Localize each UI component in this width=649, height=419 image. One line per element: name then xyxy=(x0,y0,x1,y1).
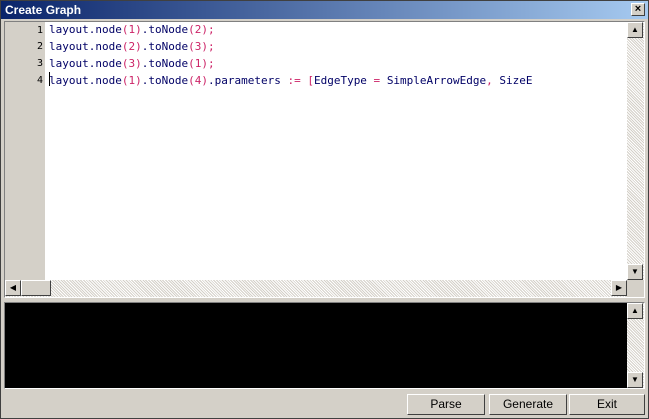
exit-button[interactable]: Exit xyxy=(569,394,645,415)
scroll-down-arrow-icon[interactable]: ▼ xyxy=(627,264,643,280)
code-token: (4) xyxy=(188,74,208,87)
line-number: 1 xyxy=(36,25,43,36)
scroll-left-arrow-icon[interactable]: ◀ xyxy=(5,280,21,296)
code-token: EdgeType xyxy=(313,74,367,87)
code-token: := [ xyxy=(280,74,314,87)
scrollbar-corner xyxy=(627,280,644,297)
editor-horizontal-scrollbar[interactable]: ◀ ▶ xyxy=(5,280,627,297)
code-line: layout.node(2).toNode(3); xyxy=(49,39,215,55)
code-token: (3) xyxy=(121,57,142,70)
code-token: .toNode xyxy=(141,40,189,53)
code-token: = xyxy=(366,74,387,87)
code-token: SimpleArrowEdge xyxy=(386,74,487,87)
code-token: (2) xyxy=(121,40,142,53)
title-bar[interactable]: Create Graph × xyxy=(1,1,648,19)
scroll-right-arrow-icon[interactable]: ▶ xyxy=(611,280,627,296)
code-token: .toNode xyxy=(141,23,189,36)
parse-button[interactable]: Parse xyxy=(407,394,485,415)
console-vertical-scrollbar[interactable]: ▲ ▼ xyxy=(627,303,644,388)
line-number: 3 xyxy=(36,58,43,69)
create-graph-window: Create Graph × 1 2 3 4 layout.node(1).to… xyxy=(0,0,649,419)
editor-vertical-scrollbar[interactable]: ▲ ▼ xyxy=(627,22,644,281)
code-token: SizeE xyxy=(499,74,533,87)
code-editor[interactable]: 1 2 3 4 layout.node(1).toNode(2); layout.… xyxy=(4,21,645,298)
line-number-gutter: 1 2 3 4 xyxy=(5,22,45,281)
code-token: (2); xyxy=(188,23,215,36)
horizontal-scroll-thumb[interactable] xyxy=(21,280,51,296)
code-area[interactable]: layout.node(1).toNode(2); layout.node(2).… xyxy=(49,22,627,281)
code-token: (1); xyxy=(188,57,215,70)
code-token: layout.node xyxy=(49,23,122,36)
code-token: layout.node xyxy=(49,40,122,53)
code-token: (1) xyxy=(121,74,142,87)
window-title: Create Graph xyxy=(5,3,82,17)
code-token: layout.node xyxy=(49,74,122,87)
scroll-up-arrow-icon[interactable]: ▲ xyxy=(627,22,643,38)
output-console[interactable]: ▲ ▼ xyxy=(4,302,645,389)
code-line: layout.node(1).toNode(2); xyxy=(49,22,215,38)
code-line: layout.node(3).toNode(1); xyxy=(49,56,215,72)
close-button[interactable]: × xyxy=(631,3,645,16)
code-token: , xyxy=(486,74,500,87)
code-line: layout.node(1).toNode(4).parameters := [… xyxy=(49,73,533,89)
line-number: 2 xyxy=(36,41,43,52)
code-token: .toNode xyxy=(141,74,189,87)
code-token: (3); xyxy=(188,40,215,53)
code-token: layout.node xyxy=(49,57,122,70)
code-token: .toNode xyxy=(141,57,189,70)
code-token: .parameters xyxy=(207,74,281,87)
generate-button[interactable]: Generate xyxy=(489,394,567,415)
scroll-up-arrow-icon[interactable]: ▲ xyxy=(627,303,643,319)
line-number: 4 xyxy=(36,75,43,86)
scroll-down-arrow-icon[interactable]: ▼ xyxy=(627,372,643,388)
code-token: (1) xyxy=(121,23,142,36)
text-caret xyxy=(49,72,50,86)
